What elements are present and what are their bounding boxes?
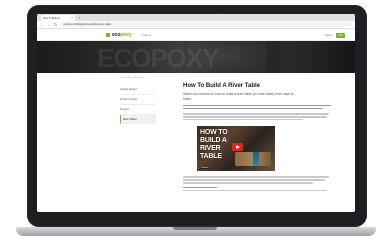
article-body-text bbox=[183, 176, 333, 192]
sidebar-item-label: Getting Started bbox=[120, 88, 137, 91]
video-thumbnail-river bbox=[253, 152, 259, 167]
article-intro-text bbox=[183, 105, 333, 110]
sidebar-item-product-guides[interactable]: Product Guides › bbox=[120, 95, 156, 105]
forward-icon[interactable]: → bbox=[47, 22, 51, 27]
browser-toolbar: ← → ↻ ecopoxy.com/blogs/how-to-build-a-r… bbox=[37, 21, 355, 29]
sidebar-item-river-tables[interactable]: River Tables bbox=[120, 115, 156, 124]
video-title-line: TABLE bbox=[200, 153, 222, 161]
header-actions: Sign In Cart bbox=[325, 32, 345, 38]
logo-icon bbox=[106, 33, 110, 37]
site-logo[interactable]: ecopoxy bbox=[112, 32, 132, 38]
cart-button[interactable]: Cart bbox=[336, 32, 345, 38]
tab-title: How To Build A bbox=[43, 16, 60, 20]
sidebar-item-label: Projects bbox=[120, 108, 130, 111]
chevron-right-icon: › bbox=[155, 87, 156, 92]
sign-in-link[interactable]: Sign In bbox=[325, 34, 332, 37]
hero-watermark: ECOPOXY bbox=[97, 43, 220, 73]
back-icon[interactable]: ← bbox=[40, 22, 44, 27]
nav-link-products[interactable]: Products bbox=[142, 34, 151, 37]
sidebar-item-label: Product Guides bbox=[120, 98, 138, 101]
sidebar-nav: Home / Blog / River Table Getting Starte… bbox=[120, 77, 156, 124]
breadcrumb: Home / Blog / River Table bbox=[120, 77, 145, 79]
hero-banner: ECOPOXY bbox=[37, 41, 355, 73]
address-bar[interactable]: ecopoxy.com/blogs/how-to-build-a-river-t… bbox=[60, 22, 352, 27]
browser-tabstrip: How To Build A × + bbox=[37, 14, 355, 21]
page-title: How To Build A River Table bbox=[183, 83, 261, 89]
logo-accent: poxy bbox=[120, 32, 132, 38]
sidebar-item-projects[interactable]: Projects › bbox=[120, 105, 156, 115]
video-title-line: RIVER bbox=[200, 145, 221, 153]
sidebar-item-getting-started[interactable]: Getting Started › bbox=[120, 85, 156, 95]
video-player[interactable]: HOW TO BUILD A RIVER TABLE ecopoxy bbox=[197, 126, 275, 172]
play-icon[interactable] bbox=[232, 143, 243, 152]
article-subtitle: Watch our tutorial on how to build a riv… bbox=[183, 92, 294, 101]
reload-icon[interactable]: ↻ bbox=[54, 22, 57, 27]
chevron-right-icon: › bbox=[155, 97, 156, 102]
sidebar-item-label: River Tables bbox=[123, 117, 137, 121]
article-paragraph bbox=[183, 113, 333, 121]
chevron-right-icon: › bbox=[155, 107, 156, 112]
article: How To Build A River Table Watch our tut… bbox=[183, 83, 333, 195]
video-channel-label: ecopoxy bbox=[200, 167, 210, 170]
site-header: ecopoxy Products Sign In Cart bbox=[37, 30, 355, 41]
url-text: ecopoxy.com/blogs/how-to-build-a-river-t… bbox=[63, 23, 111, 26]
video-title-line: HOW TO bbox=[200, 129, 228, 137]
close-tab-icon[interactable]: × bbox=[71, 16, 73, 20]
laptop-notch bbox=[173, 227, 217, 230]
laptop-screen: How To Build A × + ← → ↻ ecopoxy.com/blo… bbox=[37, 14, 355, 212]
video-title-line: BUILD A bbox=[200, 137, 227, 145]
